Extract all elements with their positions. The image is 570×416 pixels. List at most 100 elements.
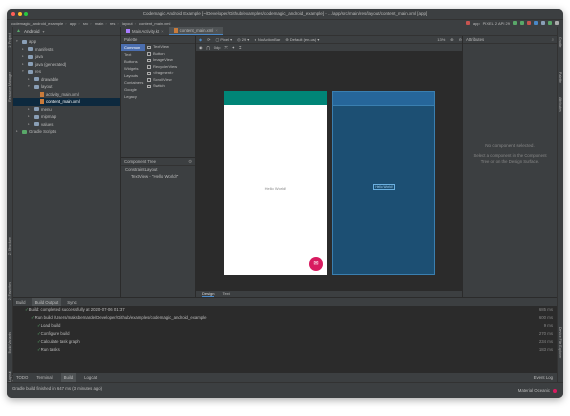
run-icon[interactable] xyxy=(513,21,517,25)
guidelines-icon[interactable]: ⌶ xyxy=(239,44,241,51)
favorites-tool-tab[interactable]: 2: Favorites xyxy=(8,282,12,300)
chevron-icon[interactable]: ▾ xyxy=(22,68,26,76)
chevron-icon[interactable]: ▾ xyxy=(28,83,32,91)
project-tree-item[interactable]: content_main.xml xyxy=(13,98,120,106)
project-tree-item[interactable]: ▸ java (generated) xyxy=(13,61,120,69)
blueprint-textview[interactable]: Hello World! xyxy=(373,184,395,190)
component-tree-item[interactable]: ConstraintLayout xyxy=(121,166,195,173)
tab-terminal[interactable]: Terminal xyxy=(36,373,52,382)
minimize-window-button[interactable] xyxy=(17,12,22,16)
project-tree-item[interactable]: ▸ manifests xyxy=(13,46,120,54)
search-icon[interactable]: ⌕ xyxy=(552,36,554,43)
project-tree-item[interactable]: ▸ Gradle Scripts xyxy=(13,128,120,136)
maximize-window-button[interactable] xyxy=(24,12,28,16)
chevron-icon[interactable]: ▸ xyxy=(28,106,32,114)
zoom-in-icon[interactable]: ⊕ xyxy=(450,36,453,43)
device-select[interactable]: ▢ Pixel ▾ xyxy=(215,36,232,43)
tab-content-main[interactable]: content_main.xml × xyxy=(168,26,223,35)
view-options-icon[interactable]: ◉ xyxy=(199,44,203,51)
blueprint-preview[interactable]: Hello World! xyxy=(332,91,435,275)
structure-tool-tab[interactable]: Z: Structure xyxy=(8,237,12,255)
close-tab-icon[interactable]: × xyxy=(161,27,164,36)
project-tree-item[interactable]: ▾ app xyxy=(13,38,120,46)
build-output-line[interactable]: ✓ Load build 9 ms xyxy=(13,322,557,330)
avd-manager-icon[interactable] xyxy=(541,21,545,25)
project-tree-item[interactable]: ▸ mipmap xyxy=(13,113,120,121)
tab-build[interactable]: Build xyxy=(60,373,77,382)
build-output-line[interactable]: ✓ Build: completed successfully at 2020-… xyxy=(13,306,557,314)
build-output-line[interactable]: ✓ Configure build 270 ms xyxy=(13,330,557,338)
breadcrumb-item[interactable]: codemagic_android_example xyxy=(11,21,63,26)
breadcrumb-item[interactable]: src xyxy=(83,21,88,26)
build-output-line[interactable]: ✓ Run build /Users/maksbernarde/Develope… xyxy=(13,314,557,322)
orientation-icon[interactable]: ⟳ xyxy=(207,36,210,43)
device-select[interactable]: PIXEL 2 API 29 xyxy=(483,21,510,26)
build-output-line[interactable]: ✓ Run tasks 183 ms xyxy=(13,346,557,354)
magnet-icon[interactable]: ⋂ xyxy=(207,44,210,51)
gear-icon[interactable]: ⚙ xyxy=(188,158,192,165)
design-surface-icon[interactable]: ◆ xyxy=(199,36,202,43)
breadcrumb-item[interactable]: layout xyxy=(122,21,133,26)
project-tree-item[interactable]: activity_main.xml xyxy=(13,91,120,99)
palette-category[interactable]: Legacy xyxy=(121,93,145,100)
chevron-down-icon[interactable]: ▾ xyxy=(42,27,44,36)
breadcrumb-item[interactable]: res xyxy=(110,21,116,26)
palette-category[interactable]: Common xyxy=(121,44,145,51)
project-tree-item[interactable]: ▾ layout xyxy=(13,83,120,91)
infer-constraints-icon[interactable]: ✦ xyxy=(232,44,235,51)
project-tree-item[interactable]: ▸ values xyxy=(13,121,120,129)
locale-select[interactable]: ⊕ Default (en-us) ▾ xyxy=(285,36,319,43)
api-select[interactable]: ◎ 29 ▾ xyxy=(237,36,249,43)
clear-constraints-icon[interactable]: ⤧ xyxy=(224,44,227,51)
project-tree-item[interactable]: ▸ drawable xyxy=(13,76,120,84)
breadcrumb-item[interactable]: main xyxy=(95,21,104,26)
sync-icon[interactable] xyxy=(534,21,538,25)
build-variants-tool-tab[interactable]: Build Variants xyxy=(8,332,12,353)
palette-category[interactable]: Buttons xyxy=(121,58,145,65)
palette-category[interactable]: Google xyxy=(121,86,145,93)
theme-indicator[interactable]: Material Oceanic xyxy=(518,383,563,398)
tab-build-output[interactable]: Build Output xyxy=(31,298,62,306)
run-config-select[interactable]: app xyxy=(473,21,480,26)
build-output-line[interactable]: ✓ Calculate task graph 234 ms xyxy=(13,338,557,346)
sdk-manager-icon[interactable] xyxy=(548,21,552,25)
mail-fab-button[interactable]: ✉ xyxy=(309,257,323,271)
breadcrumb-item[interactable]: app xyxy=(70,21,77,26)
tab-logcat[interactable]: Logcat xyxy=(84,373,97,382)
palette-category[interactable]: Layouts xyxy=(121,72,145,79)
chevron-icon[interactable]: ▸ xyxy=(28,121,32,129)
debug-icon[interactable] xyxy=(520,21,524,25)
chevron-icon[interactable]: ▸ xyxy=(22,53,26,61)
palette-item[interactable]: Switch xyxy=(147,83,177,90)
event-log-button[interactable]: Event Log xyxy=(534,373,557,382)
stop-icon[interactable] xyxy=(527,21,531,25)
project-tree-item[interactable]: ▾ res xyxy=(13,68,120,76)
close-window-button[interactable] xyxy=(11,12,15,16)
project-tree-item[interactable]: ▸ menu xyxy=(13,106,120,114)
palette-tool-tab[interactable]: Palette xyxy=(558,72,562,83)
theme-select[interactable]: ◐ NoActionBar xyxy=(254,36,280,43)
gradle-tool-tab[interactable]: Gradle xyxy=(558,37,562,48)
resource-manager-tool-tab[interactable]: Resource Manager xyxy=(8,72,12,102)
device-file-explorer-tool-tab[interactable]: Device File Explorer xyxy=(558,327,562,358)
chevron-icon[interactable]: ▸ xyxy=(28,76,32,84)
chevron-icon[interactable]: ▾ xyxy=(16,38,20,46)
project-tool-tab[interactable]: 1: Project xyxy=(8,33,12,48)
project-view-select[interactable]: Android xyxy=(24,27,40,36)
tab-todo[interactable]: TODO xyxy=(16,373,28,382)
chevron-icon[interactable]: ▸ xyxy=(16,128,20,136)
hello-world-text[interactable]: Hello World! xyxy=(224,186,327,191)
chevron-icon[interactable]: ▸ xyxy=(22,61,26,69)
chevron-icon[interactable]: ▸ xyxy=(22,46,26,54)
palette-category[interactable]: Widgets xyxy=(121,65,145,72)
search-icon[interactable] xyxy=(555,21,559,25)
hammer-icon[interactable] xyxy=(465,21,470,25)
component-tree-item[interactable]: TextView - "Hello World!" xyxy=(121,173,195,180)
tab-mainactivity[interactable]: MainActivity.kt × xyxy=(121,27,169,35)
attributes-tool-tab[interactable]: Attributes xyxy=(558,97,562,112)
project-tree-item[interactable]: ▸ java xyxy=(13,53,120,61)
breadcrumb-item[interactable]: content_main.xml xyxy=(139,21,170,26)
close-tab-icon[interactable]: × xyxy=(215,26,218,35)
design-canvas[interactable]: Hello World! ✉ Hello World! xyxy=(196,51,462,291)
default-margin-select[interactable]: 0dp xyxy=(214,44,221,51)
